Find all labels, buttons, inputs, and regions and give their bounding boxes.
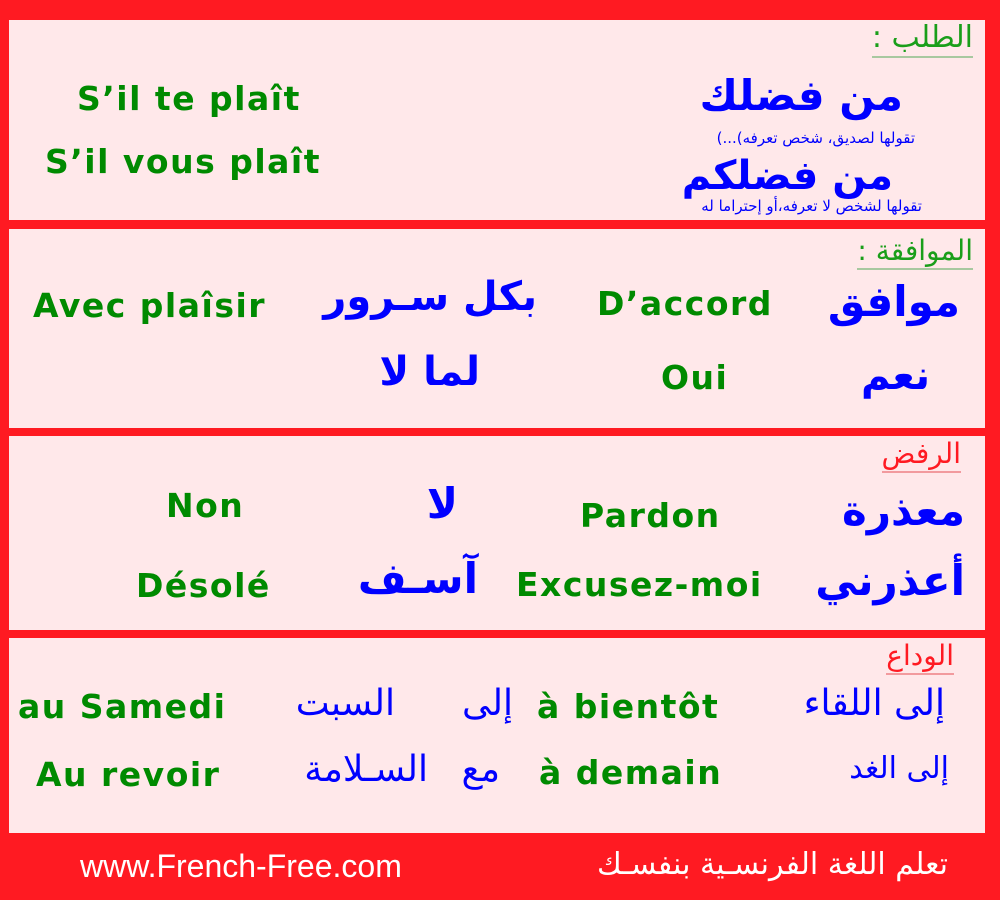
french-phrase: Non	[166, 486, 245, 525]
french-phrase: Pardon	[580, 496, 721, 535]
section-agreement: الموافقة : موافق D’accord بكل سـرور Avec…	[9, 229, 985, 428]
arabic-phrase: نعم	[861, 353, 930, 399]
usage-note: تقولها لشخص لا تعرفه،أو إحتراما له	[701, 197, 922, 215]
arabic-phrase: آسـف	[357, 554, 478, 603]
french-phrase: à demain	[539, 753, 723, 792]
arabic-phrase: موافق	[827, 277, 960, 326]
section-farewell: الوداع إلى اللقاء à bientôt إلى السبت au…	[9, 638, 985, 833]
section-refusal: الرفض معذرة Pardon لا Non أعذرني Excusez…	[9, 436, 985, 630]
arabic-phrase: من فضلك	[699, 71, 903, 120]
arabic-phrase: مع	[461, 749, 500, 790]
french-phrase: S’il te plaît	[77, 79, 301, 118]
section-title: الرفض	[881, 440, 961, 473]
arabic-phrase: بكل سـرور	[323, 274, 537, 320]
section-request: الطلب : S’il te plaît S’il vous plaît من…	[9, 20, 985, 220]
website-link[interactable]: www.French-Free.com	[80, 850, 402, 882]
french-phrase: Au revoir	[36, 755, 221, 794]
french-phrase: Oui	[661, 358, 729, 397]
french-phrase: à bientôt	[537, 687, 720, 726]
french-phrase: D’accord	[597, 284, 773, 323]
arabic-phrase: لما لا	[379, 349, 480, 395]
arabic-phrase: السبت	[295, 683, 395, 724]
section-title: الوداع	[886, 642, 954, 675]
arabic-phrase: من فضلكم	[681, 153, 893, 199]
arabic-phrase: أعذرني	[815, 556, 965, 605]
section-title: الموافقة :	[857, 237, 973, 270]
french-phrase: S’il vous plaît	[45, 142, 322, 181]
arabic-phrase: إلى اللقاء	[803, 683, 945, 724]
french-phrase: au Samedi	[18, 687, 227, 726]
arabic-phrase: معذرة	[842, 486, 965, 535]
arabic-phrase: السـلامة	[304, 749, 428, 790]
usage-note: تقولها لصديق، شخص تعرفه)...)	[716, 129, 915, 147]
french-phrase: Avec plaîsir	[33, 286, 267, 325]
arabic-phrase: إلى	[462, 683, 513, 724]
french-phrase: Désolé	[136, 566, 271, 605]
french-phrase: Excusez-moi	[516, 565, 763, 604]
arabic-phrase: إلى الغد	[849, 751, 949, 786]
section-title: الطلب :	[871, 23, 973, 58]
footer-slogan: تعلم اللغة الفرنسـية بنفسـك	[597, 847, 948, 882]
arabic-phrase: لا	[426, 479, 458, 528]
